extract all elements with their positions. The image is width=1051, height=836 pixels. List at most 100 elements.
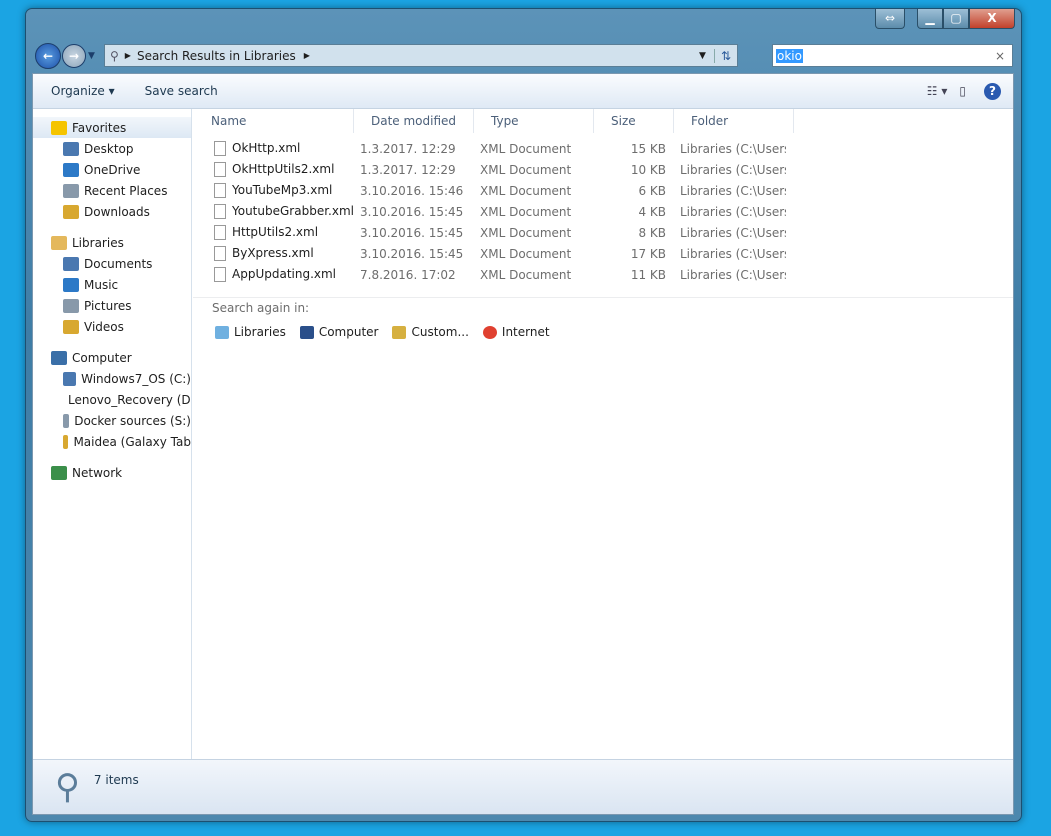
address-dropdown[interactable]: ▼ xyxy=(699,51,706,61)
search-input[interactable]: okio × xyxy=(772,44,1013,67)
file-size: 4 KB xyxy=(638,204,666,219)
file-name: OkHttp.xml xyxy=(232,141,301,155)
sidebar-item-label: Music xyxy=(84,277,119,292)
sidebar-item[interactable]: Docker sources (S:) xyxy=(33,410,191,431)
sidebar-item[interactable]: Windows7_OS (C:) xyxy=(33,368,191,389)
file-row[interactable]: ByXpress.xml 3.10.2016. 15:45 XML Docume… xyxy=(193,243,1013,264)
organize-button[interactable]: Organize ▾ xyxy=(51,84,115,98)
file-name: YouTubeMp3.xml xyxy=(232,183,333,197)
explorer-window: ⇔ ▁ ▢ X ← → ▼ ⚲ ▶ Search Results in Libr… xyxy=(25,8,1022,822)
sidebar-item[interactable]: Music xyxy=(33,274,191,295)
group-icon xyxy=(51,350,67,365)
explorer-body: Organize ▾ Save search ☷ ▾ ▯ ? Favorites… xyxy=(32,73,1014,815)
file-folder: Libraries (C:\Users... xyxy=(680,141,786,156)
file-list: Name Date modified Type Size Folder OkHt… xyxy=(193,109,1013,761)
file-row[interactable]: HttpUtils2.xml 3.10.2016. 15:45 XML Docu… xyxy=(193,222,1013,243)
file-type: XML Document xyxy=(480,162,572,177)
search-again-option[interactable]: Custom... xyxy=(392,325,469,339)
sidebar-item[interactable]: Recent Places xyxy=(33,180,191,201)
sidebar-item-label: Downloads xyxy=(84,204,150,219)
file-row[interactable]: OkHttp.xml 1.3.2017. 12:29 XML Document … xyxy=(193,138,1013,159)
file-size: 11 KB xyxy=(630,267,666,282)
sidebar-item[interactable]: Documents xyxy=(33,253,191,274)
file-date: 3.10.2016. 15:46 xyxy=(360,183,464,198)
sidebar-group-2[interactable]: Computer xyxy=(33,347,191,368)
save-search-button[interactable]: Save search xyxy=(145,84,218,98)
sidebar-item-label: OneDrive xyxy=(84,162,141,177)
forward-button[interactable]: → xyxy=(62,44,86,68)
back-button[interactable]: ← xyxy=(35,43,61,69)
xml-file-icon xyxy=(214,204,226,219)
sidebar-item[interactable]: Maidea (Galaxy Tab xyxy=(33,431,191,452)
sidebar-item-label: Documents xyxy=(84,256,153,271)
file-date: 1.3.2017. 12:29 xyxy=(360,162,456,177)
sidebar-item[interactable]: Downloads xyxy=(33,201,191,222)
chevron-right-icon[interactable]: ▶ xyxy=(304,51,310,60)
item-icon xyxy=(63,371,77,386)
file-type: XML Document xyxy=(480,267,572,282)
file-date: 7.8.2016. 17:02 xyxy=(360,267,456,282)
sidebar-item[interactable]: OneDrive xyxy=(33,159,191,180)
sidebar-item[interactable]: Videos xyxy=(33,316,191,337)
column-name[interactable]: Name xyxy=(193,109,354,133)
sidebar-item[interactable]: Desktop xyxy=(33,138,191,159)
close-button[interactable]: X xyxy=(969,9,1015,29)
file-date: 3.10.2016. 15:45 xyxy=(360,225,464,240)
breadcrumb[interactable]: Search Results in Libraries xyxy=(137,49,296,63)
sidebar-group-label: Computer xyxy=(72,350,132,365)
sidebar-item[interactable]: Pictures xyxy=(33,295,191,316)
file-name: YoutubeGrabber.xml xyxy=(232,204,354,218)
group-icon xyxy=(51,465,67,480)
group-icon xyxy=(51,235,67,250)
search-again-label: Search again in: xyxy=(193,297,1013,315)
location-icon xyxy=(215,326,229,339)
maximize-button[interactable]: ▢ xyxy=(943,9,969,29)
file-type: XML Document xyxy=(480,204,572,219)
sidebar-group-1[interactable]: Libraries xyxy=(33,232,191,253)
column-type[interactable]: Type xyxy=(474,109,594,133)
file-date: 3.10.2016. 15:45 xyxy=(360,204,464,219)
file-folder: Libraries (C:\Users... xyxy=(680,246,786,261)
sidebar-item[interactable]: Lenovo_Recovery (D:) xyxy=(33,389,191,410)
location-icon xyxy=(299,326,314,339)
file-type: XML Document xyxy=(480,225,572,240)
file-folder: Libraries (C:\Users... xyxy=(680,267,786,282)
search-again-option[interactable]: Libraries xyxy=(215,325,286,339)
snap-button[interactable]: ⇔ xyxy=(875,9,905,29)
command-bar: Organize ▾ Save search ☷ ▾ ▯ ? xyxy=(33,74,1013,109)
sidebar-item-label: Maidea (Galaxy Tab xyxy=(73,434,191,449)
item-icon xyxy=(63,434,69,449)
option-label: Internet xyxy=(501,325,550,339)
address-bar[interactable]: ⚲ ▶ Search Results in Libraries ▶ ▼ ⇅ xyxy=(104,44,738,67)
file-row[interactable]: OkHttpUtils2.xml 1.3.2017. 12:29 XML Doc… xyxy=(193,159,1013,180)
column-folder[interactable]: Folder xyxy=(674,109,794,133)
chevron-right-icon: ▶ xyxy=(124,51,131,60)
column-size[interactable]: Size xyxy=(594,109,674,133)
view-options-icon[interactable]: ☷ ▾ xyxy=(927,84,948,98)
search-again-option[interactable]: Internet xyxy=(482,325,550,339)
minimize-button[interactable]: ▁ xyxy=(917,9,943,29)
file-row[interactable]: YoutubeGrabber.xml 3.10.2016. 15:45 XML … xyxy=(193,201,1013,222)
xml-file-icon xyxy=(214,246,226,261)
search-value[interactable]: okio xyxy=(776,48,803,63)
recent-pages-dropdown[interactable]: ▼ xyxy=(88,51,95,61)
file-name: AppUpdating.xml xyxy=(232,267,337,281)
file-folder: Libraries (C:\Users... xyxy=(680,162,786,177)
location-icon xyxy=(392,326,407,339)
refresh-icon[interactable]: ⇅ xyxy=(713,48,737,63)
preview-pane-icon[interactable]: ▯ xyxy=(959,84,966,98)
file-size: 6 KB xyxy=(638,183,666,198)
file-folder: Libraries (C:\Users... xyxy=(680,204,786,219)
sidebar-group-3[interactable]: Network xyxy=(33,462,191,483)
clear-search-icon[interactable]: × xyxy=(995,49,1005,63)
status-bar: ⚲ 7 items xyxy=(33,759,1013,814)
item-icon xyxy=(63,204,79,219)
file-row[interactable]: AppUpdating.xml 7.8.2016. 17:02 XML Docu… xyxy=(193,264,1013,285)
file-row[interactable]: YouTubeMp3.xml 3.10.2016. 15:46 XML Docu… xyxy=(193,180,1013,201)
item-icon xyxy=(63,413,70,428)
column-date[interactable]: Date modified xyxy=(354,109,474,133)
search-again-option[interactable]: Computer xyxy=(299,325,378,339)
file-name: HttpUtils2.xml xyxy=(232,225,319,239)
sidebar-group-0[interactable]: Favorites xyxy=(33,117,191,138)
help-icon[interactable]: ? xyxy=(984,82,1001,100)
